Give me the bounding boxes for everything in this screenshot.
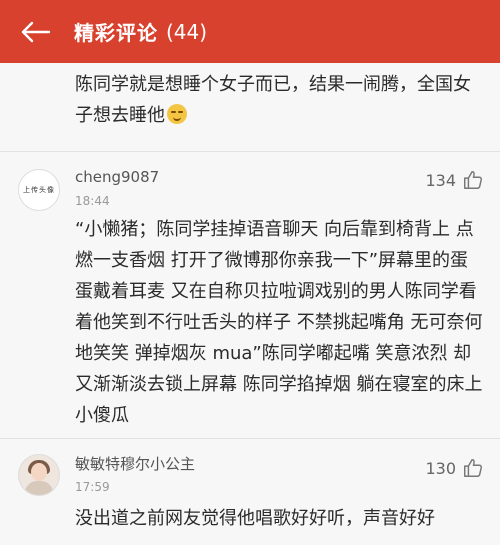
avatar[interactable]: 上传头像 — [18, 169, 60, 211]
back-button[interactable] — [0, 0, 70, 63]
thumbs-up-icon — [464, 459, 483, 477]
username[interactable]: 敏敏特穆尔小公主 — [75, 453, 195, 474]
comment-list: 陈同学就是想睡个女子而已，结果一闹腾，全国女子想去睡他 上传头像 cheng90… — [0, 63, 500, 545]
header-bar: 精彩评论 (44) — [0, 0, 500, 63]
timestamp: 17:59 — [75, 480, 110, 494]
arrow-left-icon — [21, 21, 51, 42]
thumbs-up-icon — [464, 171, 483, 189]
comment-text: 没出道之前网友觉得他唱歌好好听，声音好好 — [75, 508, 435, 529]
divider — [0, 438, 500, 439]
avatar[interactable] — [18, 454, 60, 496]
like-button[interactable]: 130 — [425, 457, 484, 479]
username[interactable]: cheng9087 — [75, 168, 159, 186]
smirk-emoji-icon — [167, 104, 187, 124]
comment-text-top: 陈同学就是想睡个女子而已，结果一闹腾，全国女子想去睡他 — [75, 69, 485, 131]
page-title: 精彩评论 — [74, 21, 158, 45]
like-button[interactable]: 134 — [425, 169, 484, 191]
like-count: 130 — [425, 458, 456, 478]
timestamp: 18:44 — [75, 194, 110, 208]
comment-body: 陈同学就是想睡个女子而已，结果一闹腾，全国女子想去睡他 — [75, 74, 471, 126]
comment-count: (44) — [166, 19, 208, 44]
avatar-logo-text: 上传头像 — [23, 186, 55, 194]
like-count: 134 — [425, 170, 456, 190]
comment-text: “小懒猪；陈同学挂掉语音聊天 向后靠到椅背上 点燃一支香烟 打开了微博那你亲我一… — [75, 219, 483, 426]
divider — [0, 151, 500, 152]
